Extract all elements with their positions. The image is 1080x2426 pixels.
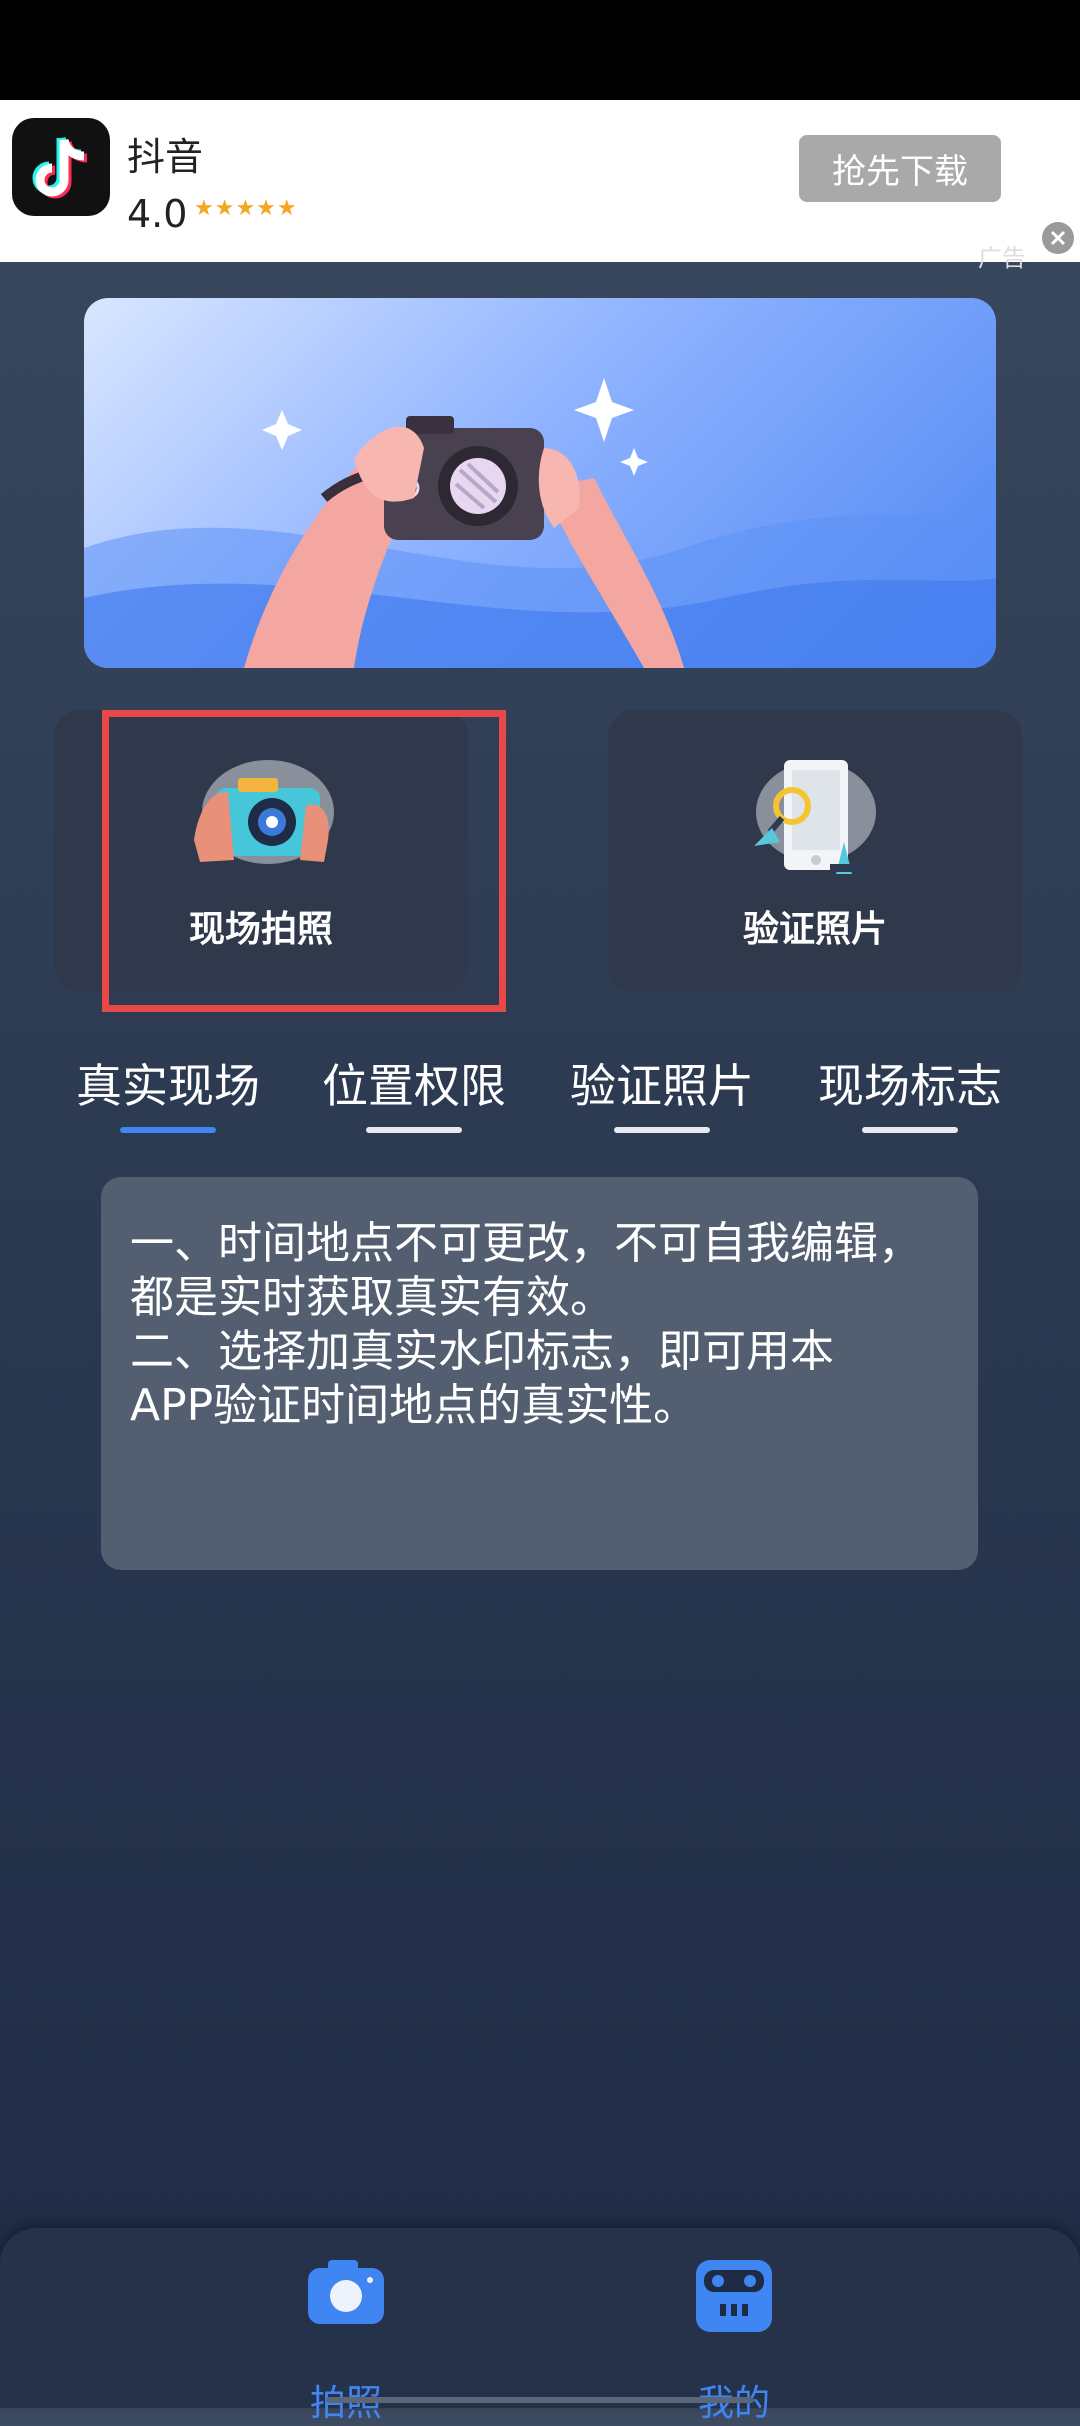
ad-rating: 4.0	[127, 192, 188, 236]
hero-banner	[84, 298, 996, 668]
tab-label: 位置权限	[322, 1059, 506, 1113]
tab-indicator	[120, 1127, 216, 1133]
tab-verify-photo[interactable]: 验证照片	[552, 1050, 772, 1133]
info-line: 一、时间地点不可更改，不可自我编辑，	[130, 1218, 922, 1269]
tab-location-permission[interactable]: 位置权限	[304, 1050, 524, 1133]
selection-highlight-box	[102, 710, 506, 1012]
ad-download-button[interactable]: 抢先下载	[799, 135, 1001, 202]
bottom-nav: 拍照 我的	[0, 2228, 1080, 2424]
info-panel: 一、时间地点不可更改，不可自我编辑， 都是实时获取真实有效。 二、选择加真实水印…	[101, 1177, 978, 1570]
tab-scene-mark[interactable]: 现场标志	[800, 1050, 1020, 1133]
ad-tag: 广告	[978, 244, 1026, 272]
tab-indicator	[366, 1127, 462, 1133]
hero-camera-illustration	[84, 378, 996, 668]
ad-star-rating: ★★★★★	[194, 196, 298, 221]
verify-card-surface: 验证照片	[608, 710, 1022, 992]
ad-close-icon[interactable]	[1041, 221, 1075, 255]
status-bar	[0, 0, 1080, 100]
tab-real-scene[interactable]: 真实现场	[58, 1050, 278, 1133]
ad-banner[interactable]: 抖音 4.0 ★★★★★ 抢先下载 广告	[0, 100, 1080, 272]
verify-label: 验证照片	[742, 909, 887, 950]
home-indicator[interactable]	[326, 2397, 754, 2403]
info-line: 二、选择加真实水印标志，即可用本	[130, 1326, 834, 1377]
tab-label: 验证照片	[570, 1059, 754, 1113]
robot-face-icon	[696, 2260, 772, 2332]
camera-icon	[308, 2260, 384, 2324]
tab-label: 真实现场	[76, 1059, 260, 1113]
feature-tabs: 真实现场 位置权限 验证照片 现场标志	[0, 1050, 1080, 1140]
tab-indicator	[862, 1127, 958, 1133]
tab-label: 现场标志	[818, 1059, 1002, 1113]
verify-card[interactable]: 验证照片	[608, 710, 1022, 992]
phone-magnifier-icon	[754, 760, 876, 874]
ad-app-name: 抖音	[127, 135, 204, 179]
tiktok-logo-icon	[12, 118, 110, 216]
tab-indicator	[614, 1127, 710, 1133]
info-line: 都是实时获取真实有效。	[130, 1272, 614, 1323]
info-line: APP验证时间地点的真实性。	[130, 1380, 698, 1431]
